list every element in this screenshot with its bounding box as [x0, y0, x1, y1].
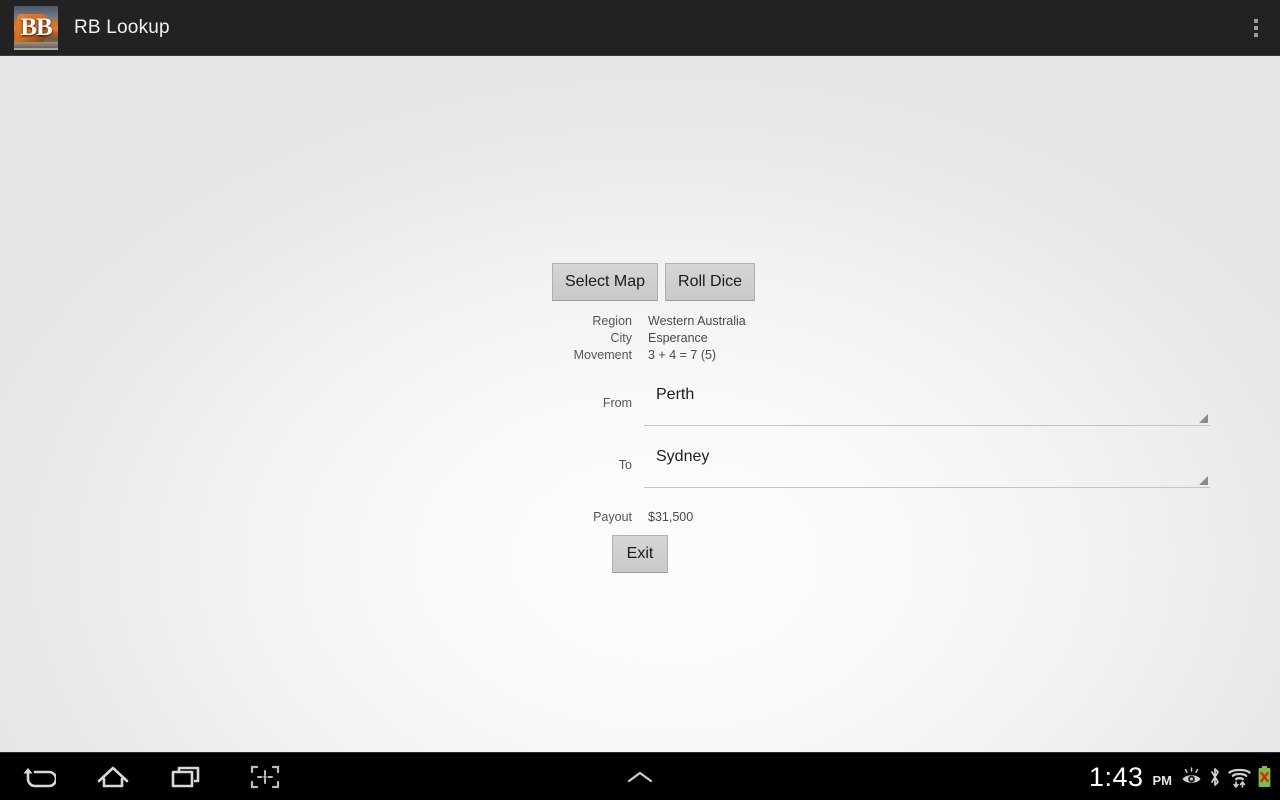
- overflow-dot: [1254, 26, 1258, 30]
- lookup-form: Select Map Roll Dice Region Western Aust…: [0, 263, 1280, 573]
- from-label: From: [602, 396, 632, 410]
- from-spinner-value: Perth: [656, 386, 695, 403]
- city-label: City: [610, 331, 632, 345]
- movement-label: Movement: [573, 348, 632, 362]
- overflow-menu-icon[interactable]: [1232, 0, 1280, 56]
- region-label: Region: [592, 314, 632, 328]
- content-area: Select Map Roll Dice Region Western Aust…: [0, 56, 1280, 756]
- battery-error-icon: [1257, 765, 1272, 789]
- app-icon-letters: BB: [20, 13, 52, 41]
- recent-apps-icon[interactable]: [150, 753, 224, 800]
- home-icon[interactable]: [76, 753, 150, 800]
- app-title: RB Lookup: [74, 16, 170, 38]
- from-spinner[interactable]: Perth: [644, 384, 1210, 426]
- to-spinner[interactable]: Sydney: [644, 446, 1210, 488]
- select-map-button[interactable]: Select Map: [552, 263, 659, 301]
- to-row: To Sydney: [0, 446, 1280, 488]
- to-spinner-value: Sydney: [656, 448, 710, 465]
- spinner-triangle-icon: [1199, 476, 1208, 485]
- payout-row: Payout $31,500: [0, 510, 1280, 524]
- roll-dice-button[interactable]: Roll Dice: [665, 263, 756, 301]
- screenshot-capture-icon[interactable]: [228, 753, 302, 800]
- info-row-city: City Esperance: [0, 330, 1280, 347]
- city-value: Esperance: [648, 331, 708, 345]
- overflow-dot: [1254, 19, 1258, 23]
- eye-care-icon: [1181, 767, 1202, 787]
- android-tablet-screen: BB RB Lookup Select Map Roll Dice Region…: [0, 0, 1280, 800]
- status-clock: 1:43: [1088, 762, 1144, 792]
- payout-label: Payout: [593, 510, 632, 524]
- payout-value: $31,500: [648, 510, 694, 524]
- info-row-movement: Movement 3 + 4 = 7 (5): [0, 347, 1280, 364]
- train-locomotive-app-icon: BB: [14, 5, 58, 50]
- overflow-dot: [1254, 33, 1258, 37]
- region-value: Western Australia: [648, 314, 746, 328]
- info-grid: Region Western Australia City Esperance …: [0, 313, 1280, 364]
- wifi-transfer-icon: [1228, 765, 1251, 789]
- exit-button-wrap: Exit: [612, 535, 1280, 573]
- back-arrow-icon[interactable]: [2, 753, 76, 800]
- info-row-region: Region Western Australia: [0, 313, 1280, 330]
- chevron-up-icon[interactable]: [603, 753, 677, 800]
- status-clock-ampm: PM: [1152, 773, 1173, 788]
- exit-button[interactable]: Exit: [612, 535, 668, 573]
- movement-value: 3 + 4 = 7 (5): [648, 348, 717, 362]
- navigation-bar: 1:43 PM: [0, 752, 1280, 800]
- from-row: From Perth: [0, 384, 1280, 426]
- bluetooth-icon: [1208, 766, 1222, 788]
- action-bar: BB RB Lookup: [0, 0, 1280, 56]
- to-label: To: [618, 458, 632, 472]
- status-cluster[interactable]: 1:43 PM: [1089, 753, 1272, 800]
- spinner-triangle-icon: [1199, 414, 1208, 423]
- top-button-row: Select Map Roll Dice: [552, 263, 1280, 301]
